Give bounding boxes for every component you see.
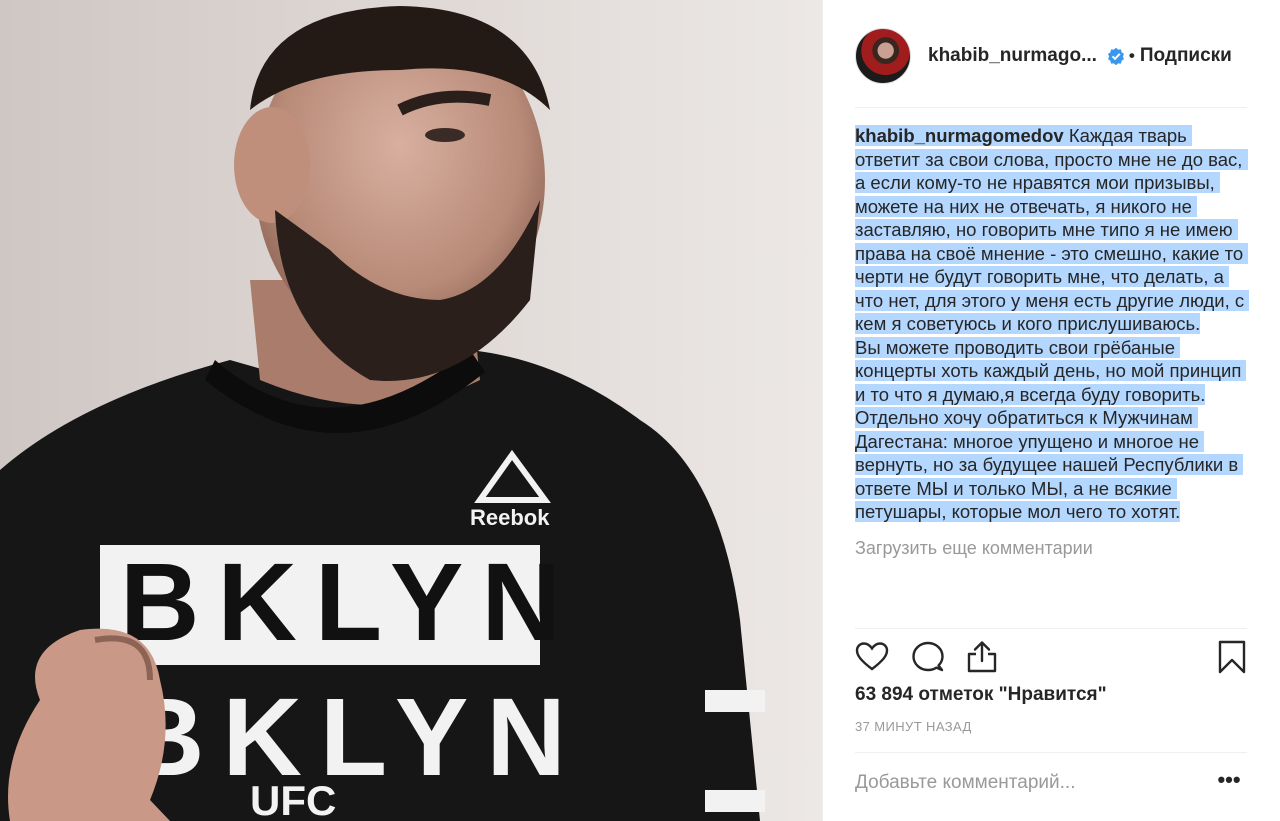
shirt-print-top: BKLYN <box>120 541 579 664</box>
post-caption: khabib_nurmagomedov Каждая тварь ответит… <box>855 124 1251 524</box>
photo-illustration: BKLYN BKLYN Reebok UFC <box>0 6 765 821</box>
action-bar <box>855 640 1249 676</box>
caption-text: Каждая тварь ответит за свои слова, прос… <box>855 125 1245 522</box>
post-side-panel: khabib_nurmago... • Подписки khabib_nurm… <box>822 0 1280 821</box>
post-photo: BKLYN BKLYN Reebok UFC <box>0 0 822 821</box>
bookmark-icon[interactable] <box>1217 640 1247 674</box>
likes-count[interactable]: 63 894 отметок "Нравится" <box>855 684 1107 706</box>
comment-input[interactable] <box>855 770 1195 796</box>
username-link[interactable]: khabib_nurmago... <box>928 45 1097 67</box>
comments-area: khabib_nurmagomedov Каждая тварь ответит… <box>855 124 1255 628</box>
header-divider <box>855 107 1247 108</box>
instagram-post: BKLYN BKLYN Reebok UFC khabib_nurmago...… <box>0 0 1280 821</box>
heart-icon[interactable] <box>855 640 889 674</box>
caption-author-link[interactable]: khabib_nurmagomedov <box>855 125 1064 146</box>
comment-divider <box>855 752 1247 753</box>
post-header: khabib_nurmago... • Подписки <box>855 28 1249 84</box>
shirt-print-bottom: BKLYN <box>125 676 584 799</box>
comment-icon[interactable] <box>911 640 945 674</box>
shirt-brand-logo: Reebok <box>470 505 550 530</box>
actions-divider <box>855 628 1247 629</box>
post-timestamp[interactable]: 37 МИНУТ НАЗАД <box>855 719 972 734</box>
more-options-button[interactable]: ••• <box>1215 769 1243 794</box>
share-icon[interactable] <box>965 640 999 674</box>
verified-badge-icon <box>1107 47 1124 65</box>
load-more-comments-button[interactable]: Загрузить еще комментарии <box>855 538 1255 559</box>
sleeve-logo: UFC <box>250 777 336 821</box>
following-button[interactable]: Подписки <box>1140 45 1232 67</box>
avatar[interactable] <box>855 28 911 84</box>
header-separator: • <box>1128 46 1135 65</box>
